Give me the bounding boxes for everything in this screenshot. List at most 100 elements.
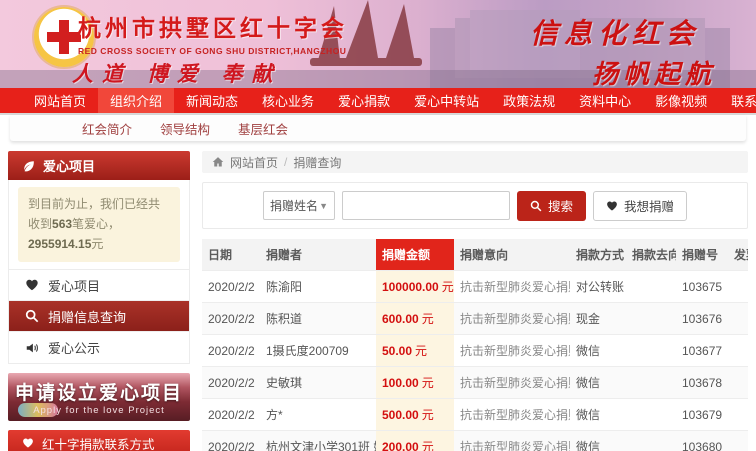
nav-item-3[interactable]: 核心业务: [250, 88, 326, 113]
table-row: 2020/2/2 1摄氏度200709 50.00 元抗击新型肺炎爱心捐赠 微信 1036…: [202, 334, 748, 367]
table-row: 2020/2/2杭州文津小学301班 姚诺暄 200.00元 抗击新型肺炎爱心捐赠微…: [202, 430, 748, 451]
subnav-item-2[interactable]: 基层红会: [238, 119, 288, 138]
cell-method: 微信: [570, 334, 626, 367]
nav-item-6[interactable]: 政策法规: [491, 88, 567, 113]
cell-method: 现金: [570, 302, 626, 335]
cell-intent: 抗击新型肺炎爱心捐赠: [454, 430, 570, 451]
donation-table-container: 日期捐赠者捐赠金额捐赠意向捐款方式捐款去向捐赠号发票号码 2020/2/2陈渝阳…: [202, 239, 748, 451]
heart-icon: [607, 201, 617, 210]
content-area: 爱心项目 到目前为止，我们已经共收到563笔爱心，2955914.15元 爱心项…: [0, 141, 756, 451]
cell-donor: 陈渝阳: [260, 270, 376, 303]
nav-item-1[interactable]: 组织介绍: [98, 88, 175, 113]
cell-direction: [626, 398, 676, 431]
amount-unit: 元: [441, 280, 454, 294]
breadcrumb: 网站首页 / 捐赠查询: [202, 151, 748, 173]
speaker-icon: [25, 341, 39, 355]
cell-method: 微信: [570, 366, 626, 399]
table-row: 2020/2/2 方* 500.00 元抗击新型肺炎爱心捐赠 微信 103679: [202, 398, 748, 431]
cell-direction: [626, 270, 676, 303]
cell-amount: 500.00 元: [376, 398, 454, 431]
sidebar-item-label: 爱心公示: [48, 341, 101, 357]
amount-unit: 元: [421, 440, 434, 451]
cell-direction: [626, 334, 676, 367]
cell-direction: [626, 366, 676, 399]
page: 杭州市拱墅区红十字会 RED CROSS SOCIETY OF GONG SHU…: [0, 0, 756, 451]
nav-item-9[interactable]: 联系我们: [719, 88, 756, 113]
amount-unit: 元: [421, 312, 434, 326]
cell-invoice: [728, 270, 748, 303]
breadcrumb-home-link[interactable]: 网站首页: [230, 154, 278, 171]
donation-table: 日期捐赠者捐赠金额捐赠意向捐款方式捐款去向捐赠号发票号码 2020/2/2陈渝阳…: [202, 239, 748, 451]
search-field-select[interactable]: 捐赠姓名 ▼: [262, 191, 335, 220]
search-input[interactable]: [341, 191, 510, 220]
column-header-6: 捐赠号: [676, 239, 728, 271]
sidebar-menu: 爱心项目 捐赠信息查询爱心公示: [8, 270, 190, 365]
table-header-row: 日期捐赠者捐赠金额捐赠意向捐款方式捐款去向捐赠号发票号码: [202, 239, 748, 271]
cell-invoice: [728, 302, 748, 335]
sub-nav: 红会简介 领导结构 基层红会: [10, 115, 746, 141]
cell-direction: [626, 430, 676, 451]
cell-amount: 600.00 元: [376, 302, 454, 335]
amount-value: 200.00: [382, 440, 419, 451]
subnav-item-0[interactable]: 红会简介: [82, 119, 132, 138]
cell-date: 2020/2/2: [202, 430, 260, 451]
sidebar-item-2[interactable]: 爱心公示: [9, 332, 189, 363]
cell-intent: 抗击新型肺炎爱心捐赠: [454, 334, 570, 367]
apply-project-banner[interactable]: 申请设立爱心项目 Apply for the love Project: [8, 373, 190, 422]
table-row: 2020/2/2 陈渝阳 100000.00 元抗击新型肺炎爱心捐赠 对公转账 10367…: [202, 270, 748, 303]
heart-icon: [25, 278, 39, 292]
chevron-down-icon: ▼: [319, 200, 328, 211]
breadcrumb-separator: /: [284, 155, 288, 169]
sidebar-item-0[interactable]: 爱心项目: [9, 270, 189, 302]
cell-amount: 100000.00 元: [376, 270, 454, 303]
nav-item-7[interactable]: 资料中心: [567, 88, 643, 113]
column-header-2: 捐赠金额: [376, 239, 454, 271]
donate-button-label: 我想捐赠: [624, 200, 675, 214]
cell-intent: 抗击新型肺炎爱心捐赠: [454, 366, 570, 399]
cell-date: 2020/2/2: [202, 270, 260, 303]
column-header-0: 日期: [202, 239, 260, 271]
notice-container: 到目前为止，我们已经共收到563笔爱心，2955914.15元: [8, 180, 190, 271]
sidebar-section-title: 爱心项目: [43, 159, 96, 174]
column-header-7: 发票号码: [728, 239, 748, 271]
donation-total-notice: 到目前为止，我们已经共收到563笔爱心，2955914.15元: [18, 187, 180, 263]
cell-number: 103679: [676, 398, 728, 431]
cell-intent: 抗击新型肺炎爱心捐赠: [454, 302, 570, 335]
cell-method: 微信: [570, 430, 626, 451]
cell-date: 2020/2/2: [202, 398, 260, 431]
donate-button[interactable]: 我想捐赠: [593, 190, 688, 221]
cell-donor: 杭州文津小学301班 姚诺暄: [260, 430, 376, 451]
search-icon: [25, 309, 39, 323]
cell-amount: 50.00 元: [376, 334, 454, 367]
search-icon: [530, 200, 542, 211]
nav-item-0[interactable]: 网站首页: [22, 88, 98, 113]
main-nav: 网站首页组织介绍新闻动态核心业务爱心捐款爱心中转站政策法规资料中心影像视频联系我…: [0, 88, 756, 115]
cell-donor: 陈积道: [260, 302, 376, 335]
cell-method: 微信: [570, 398, 626, 431]
column-header-4: 捐款方式: [570, 239, 626, 271]
amount-unit: 元: [415, 344, 428, 358]
nav-item-5[interactable]: 爱心中转站: [402, 88, 491, 113]
apply-banner-subtitle: Apply for the love Project: [33, 405, 165, 417]
sidebar: 爱心项目 到目前为止，我们已经共收到563笔爱心，2955914.15元 爱心项…: [8, 151, 190, 451]
cell-invoice: [728, 398, 748, 431]
nav-item-2[interactable]: 新闻动态: [174, 88, 250, 113]
cell-amount: 100.00 元: [376, 366, 454, 399]
search-panel: 捐赠姓名 ▼ 搜索 我想捐赠: [202, 182, 748, 229]
subnav-item-1[interactable]: 领导结构: [160, 119, 210, 138]
sidebar-item-1[interactable]: 捐赠信息查询: [9, 301, 189, 333]
search-button[interactable]: 搜索: [516, 190, 586, 221]
site-banner: 杭州市拱墅区红十字会 RED CROSS SOCIETY OF GONG SHU…: [0, 0, 756, 88]
table-row: 2020/2/2 陈积道 600.00 元抗击新型肺炎爱心捐赠 现金 103676: [202, 302, 748, 335]
cell-number: 103680: [676, 430, 728, 451]
nav-item-4[interactable]: 爱心捐款: [326, 88, 402, 113]
amount-value: 600.00: [382, 312, 419, 326]
cell-number: 103677: [676, 334, 728, 367]
nav-item-8[interactable]: 影像视频: [643, 88, 719, 113]
cell-date: 2020/2/2: [202, 302, 260, 335]
cell-intent: 抗击新型肺炎爱心捐赠: [454, 270, 570, 303]
cell-invoice: [728, 366, 748, 399]
contact-section-title: 红十字捐款联系方式: [42, 437, 155, 451]
cell-date: 2020/2/2: [202, 334, 260, 367]
site-title: 杭州市拱墅区红十字会: [78, 15, 348, 41]
